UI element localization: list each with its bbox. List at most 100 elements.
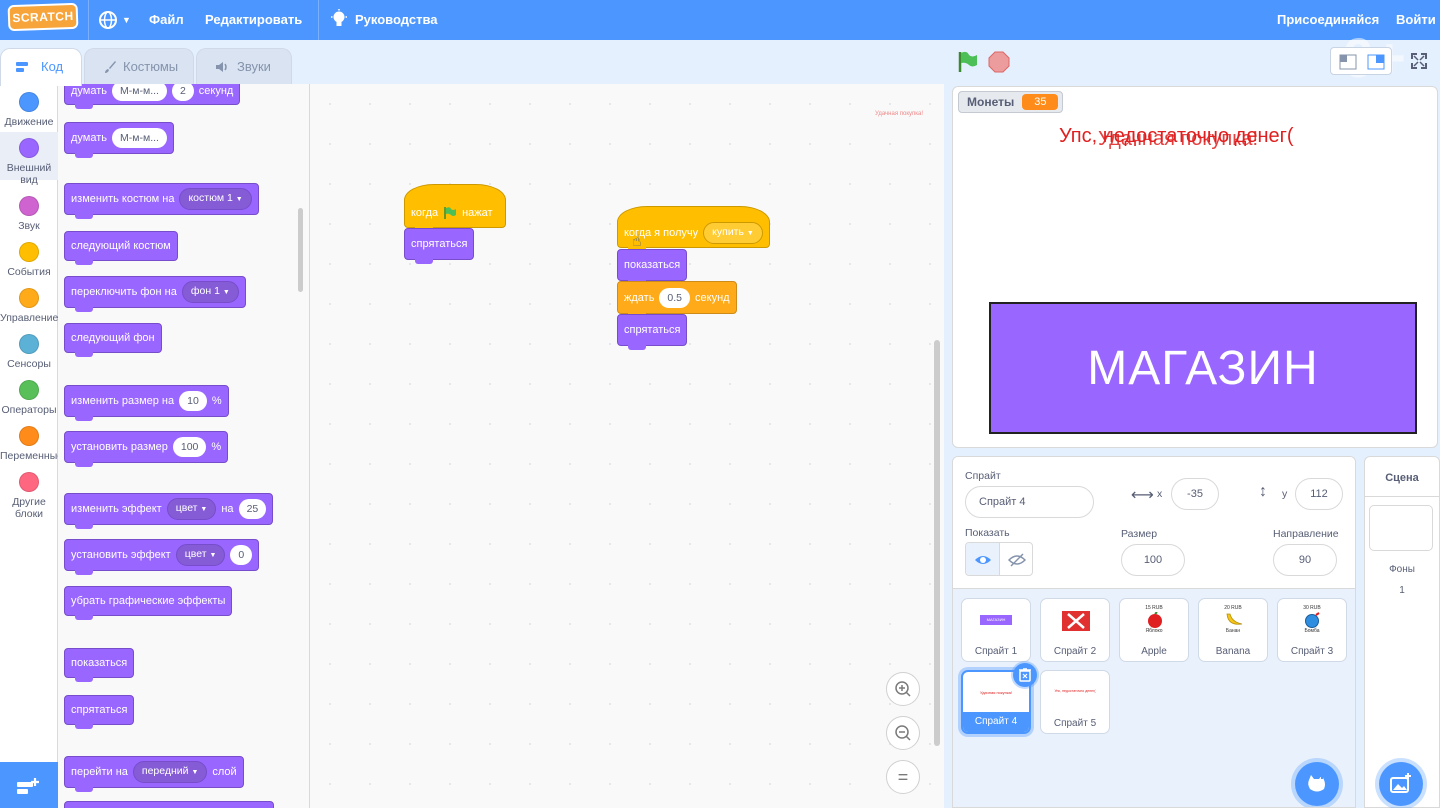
large-stage-icon[interactable] — [1367, 54, 1385, 70]
zoom-reset-button[interactable]: = — [886, 760, 920, 794]
block-clear-effects[interactable]: убрать графические эффекты — [64, 586, 233, 620]
size-input[interactable]: 100 — [1121, 544, 1185, 576]
edit-menu[interactable]: Редактировать — [205, 0, 302, 40]
category-operators[interactable]: Операторы — [0, 380, 58, 416]
block-hide[interactable]: спрятаться — [617, 314, 688, 350]
choose-backdrop-button[interactable] — [1379, 762, 1423, 806]
delete-sprite-button[interactable] — [1013, 663, 1037, 687]
layer-dropdown[interactable]: передний ▼ — [132, 761, 208, 783]
block-next-backdrop[interactable]: следующий фон — [64, 323, 162, 357]
block-input[interactable]: М-м-м... — [112, 84, 167, 101]
sprite-name: Спрайт 1 — [974, 646, 1018, 657]
hand-cursor-icon: ☝ — [632, 233, 642, 250]
block-change-effect[interactable]: изменить эффект цвет ▼ на 25 — [64, 493, 274, 529]
block-change-size[interactable]: изменить размер на 10% — [64, 385, 229, 421]
code-workspace[interactable]: Удачная покупка! когда нажат спрятаться … — [310, 84, 944, 808]
x-input[interactable]: -35 — [1171, 478, 1219, 510]
shop-sprite[interactable]: МАГАЗИН — [989, 302, 1417, 434]
block-input[interactable]: 0 — [230, 545, 253, 565]
palette-scrollbar[interactable] — [298, 208, 303, 292]
message-dropdown[interactable]: купить ▼ — [703, 222, 763, 244]
sprite-thumb-3[interactable]: 30 RUB Бомба Спрайт 3 — [1277, 598, 1347, 662]
sprite-name-input[interactable]: Спрайт 4 — [965, 486, 1094, 518]
sensing-color-dot — [19, 334, 39, 354]
fullscreen-icon[interactable] — [1410, 52, 1428, 70]
block-hide[interactable]: спрятаться — [64, 695, 135, 729]
block-input[interactable]: 10 — [179, 391, 207, 411]
control-color-dot — [19, 288, 39, 308]
block-hide[interactable]: спрятаться — [404, 228, 475, 264]
block-partial[interactable] — [64, 801, 274, 808]
sprite-thumb-1[interactable]: МАГАЗИН Спрайт 1 — [961, 598, 1031, 662]
category-my-blocks[interactable]: Другие блоки — [0, 472, 58, 520]
category-label: Операторы — [1, 404, 57, 416]
direction-input[interactable]: 90 — [1273, 544, 1337, 576]
effect-dropdown[interactable]: цвет ▼ — [166, 498, 217, 520]
zoom-in-button[interactable] — [886, 672, 920, 706]
stop-icon[interactable] — [988, 51, 1010, 73]
menu-divider — [318, 0, 319, 40]
block-input[interactable]: 2 — [171, 84, 194, 101]
block-input[interactable]: 100 — [172, 437, 207, 457]
category-looks[interactable]: Внешний вид — [0, 138, 58, 186]
zoom-out-button[interactable] — [886, 716, 920, 750]
block-show[interactable]: показаться — [617, 249, 688, 285]
category-sensing[interactable]: Сенсоры — [0, 334, 58, 370]
block-text: думать — [71, 85, 108, 97]
apple-icon — [1148, 612, 1162, 628]
sprite-thumb-5[interactable]: Упс, недостаточно денег( Спрайт 5 — [1040, 670, 1110, 734]
category-events[interactable]: События — [0, 242, 58, 278]
thumb-subtitle: Бомба — [1304, 628, 1320, 634]
workspace-scrollbar[interactable] — [934, 340, 940, 746]
block-switch-backdrop[interactable]: переключить фон на фон 1 ▼ — [64, 276, 246, 312]
block-input[interactable]: М-м-м... — [112, 128, 167, 148]
tab-code-label: Код — [41, 59, 64, 74]
language-menu[interactable]: ▼ — [98, 0, 134, 40]
sprite-thumb-apple[interactable]: 15 RUB Яблоко Apple — [1119, 598, 1189, 662]
sprite-thumb-banana[interactable]: 20 RUB Банан Banana — [1198, 598, 1268, 662]
scratch-logo[interactable]: SCRATCH — [7, 2, 79, 32]
backdrop-thumbnail[interactable] — [1369, 505, 1433, 551]
block-think-for-secs[interactable]: думать М-м-м... 2 секунд — [64, 84, 241, 109]
variable-name: Монеты — [967, 95, 1015, 109]
hide-button[interactable] — [1000, 543, 1032, 575]
tab-costumes[interactable]: Костюмы — [84, 48, 194, 84]
block-set-effect[interactable]: установить эффект цвет ▼ 0 — [64, 539, 260, 575]
add-extension-button[interactable] — [0, 762, 58, 808]
green-flag-icon[interactable] — [956, 50, 980, 74]
y-input[interactable]: 112 — [1295, 478, 1343, 510]
category-sound[interactable]: Звук — [0, 196, 58, 232]
stage-canvas[interactable]: Монеты 35 Упс, недостаточно денег( Удачн… — [952, 86, 1438, 448]
block-show[interactable]: показаться — [64, 648, 135, 682]
block-next-costume[interactable]: следующий костюм — [64, 231, 178, 265]
block-input[interactable]: 0.5 — [659, 287, 691, 308]
tab-costumes-label: Костюмы — [123, 59, 179, 74]
backdrop-dropdown[interactable]: фон 1 ▼ — [181, 281, 239, 303]
tab-code[interactable]: Код — [0, 48, 82, 86]
category-variables[interactable]: Переменные — [0, 426, 63, 462]
choose-sprite-button[interactable] — [1295, 762, 1339, 806]
block-text: слой — [212, 766, 237, 778]
block-wait[interactable]: ждать 0.5 секунд — [617, 281, 737, 318]
block-go-to-layer[interactable]: перейти на передний ▼ слой — [64, 756, 244, 792]
stage-size-toggle[interactable] — [1330, 47, 1392, 75]
block-set-size[interactable]: установить размер 100% — [64, 431, 229, 467]
motion-color-dot — [19, 92, 39, 112]
tutorials-menu[interactable]: Руководства — [330, 0, 438, 40]
tab-sounds[interactable]: Звуки — [196, 48, 292, 84]
block-think[interactable]: думать М-м-м... — [64, 122, 174, 158]
costume-dropdown[interactable]: костюм 1 ▼ — [179, 188, 252, 210]
show-button[interactable] — [966, 543, 1000, 575]
file-menu[interactable]: Файл — [149, 0, 184, 40]
effect-dropdown[interactable]: цвет ▼ — [175, 544, 226, 566]
block-when-flag-clicked[interactable]: когда нажат — [404, 184, 506, 232]
block-text: переключить фон на — [71, 286, 177, 298]
sprite-thumb-2[interactable]: Спрайт 2 — [1040, 598, 1110, 662]
stage-selector[interactable]: Сцена Фоны 1 — [1364, 456, 1440, 808]
small-stage-icon[interactable] — [1339, 54, 1357, 70]
category-control[interactable]: Управление — [0, 288, 58, 324]
block-switch-costume[interactable]: изменить костюм на костюм 1 ▼ — [64, 183, 259, 219]
workspace-faint-text: Удачная покупка! — [875, 111, 924, 117]
category-motion[interactable]: Движение — [0, 92, 58, 128]
block-input[interactable]: 25 — [238, 499, 267, 519]
